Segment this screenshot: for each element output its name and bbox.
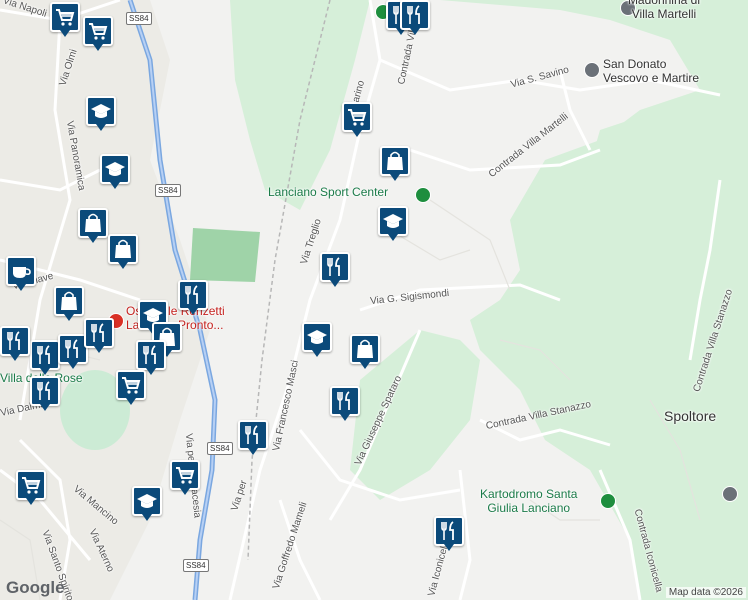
restaurant-marker[interactable] bbox=[30, 376, 60, 414]
place-label: San Donato Vescovo e Martire bbox=[603, 57, 700, 85]
restaurant-marker[interactable] bbox=[400, 0, 430, 38]
restaurant-marker[interactable] bbox=[320, 252, 350, 290]
poi-label[interactable]: Kartodromo Santa Giulia Lanciano bbox=[480, 487, 577, 516]
bag-marker[interactable] bbox=[54, 286, 84, 324]
town-label: Spoltore bbox=[664, 408, 717, 424]
cafe-marker[interactable] bbox=[6, 256, 36, 294]
kart-icon[interactable] bbox=[600, 493, 616, 509]
restaurant-marker[interactable] bbox=[30, 340, 60, 378]
place-icon bbox=[722, 486, 738, 502]
cart-marker[interactable] bbox=[170, 460, 200, 498]
restaurant-marker[interactable] bbox=[330, 386, 360, 424]
bag-marker[interactable] bbox=[380, 146, 410, 184]
bag-marker[interactable] bbox=[78, 208, 108, 246]
ss84-shield: SS84 bbox=[183, 559, 209, 572]
restaurant-marker[interactable] bbox=[84, 318, 114, 356]
place-label: Madonnina di Villa Martelli bbox=[627, 0, 700, 21]
ss84-shield: SS84 bbox=[207, 442, 233, 455]
bag-marker[interactable] bbox=[108, 234, 138, 272]
ss84-shield: SS84 bbox=[126, 12, 152, 25]
restaurant-marker[interactable] bbox=[434, 516, 464, 554]
restaurant-marker[interactable] bbox=[178, 280, 208, 318]
google-logo: Google bbox=[6, 578, 65, 597]
cart-marker[interactable] bbox=[50, 2, 80, 40]
cart-marker[interactable] bbox=[83, 16, 113, 54]
school-marker[interactable] bbox=[378, 206, 408, 244]
school-marker[interactable] bbox=[132, 486, 162, 524]
cross-icon bbox=[584, 62, 600, 78]
cart-marker[interactable] bbox=[16, 470, 46, 508]
poi-label[interactable]: Lanciano Sport Center bbox=[268, 185, 388, 200]
school-marker[interactable] bbox=[86, 96, 116, 134]
map-canvas[interactable]: SS84 SS84 SS84 SS84 Via Napoli Via Olmi … bbox=[0, 0, 748, 600]
restaurant-marker[interactable] bbox=[0, 326, 30, 364]
ss84-shield: SS84 bbox=[155, 184, 181, 197]
attribution[interactable]: Map data ©2026 bbox=[665, 587, 746, 598]
sport-icon[interactable] bbox=[415, 187, 431, 203]
cart-marker[interactable] bbox=[116, 370, 146, 408]
school-marker[interactable] bbox=[100, 154, 130, 192]
school-marker[interactable] bbox=[302, 322, 332, 360]
restaurant-marker[interactable] bbox=[238, 420, 268, 458]
bag-marker[interactable] bbox=[350, 334, 380, 372]
cart-marker[interactable] bbox=[342, 102, 372, 140]
